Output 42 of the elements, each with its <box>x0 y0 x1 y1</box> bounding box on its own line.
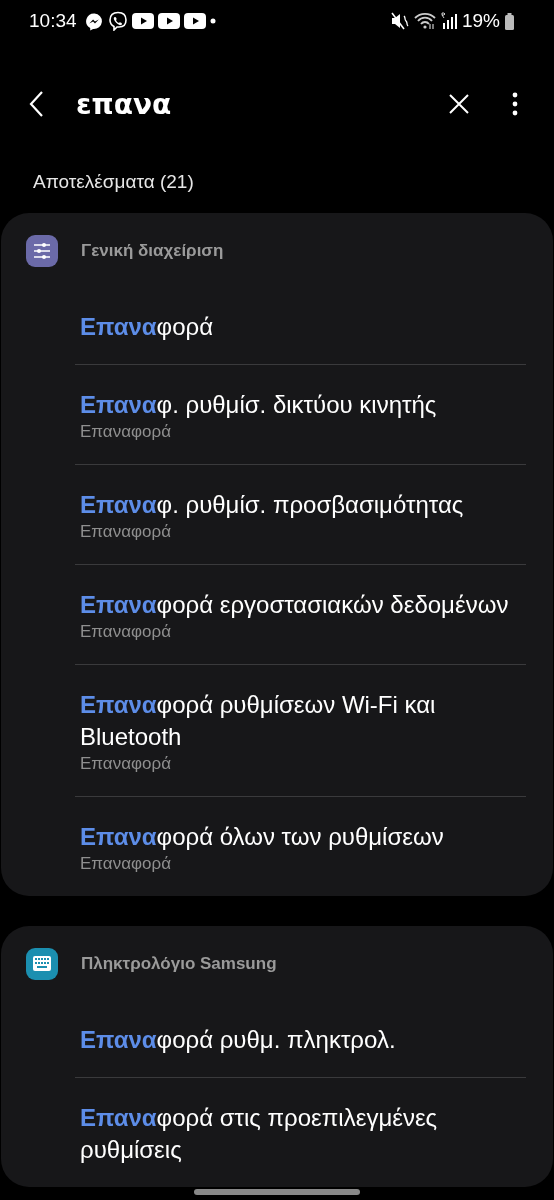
result-item[interactable]: Επαναφορά στις προεπιλεγμένες ρυθμίσεις <box>75 1077 526 1187</box>
play-icon <box>157 13 180 29</box>
sliders-icon <box>26 235 58 267</box>
play-icon <box>183 13 206 29</box>
back-icon[interactable] <box>28 90 44 118</box>
status-time: 10:34 <box>29 10 77 32</box>
result-item[interactable]: Επαναφορά εργοστασιακών δεδομένων Επαναφορά <box>75 564 526 664</box>
group-title: Πληκτρολόγιο Samsung <box>81 954 277 974</box>
result-subtitle: Επαναφορά <box>80 621 172 643</box>
results-count: Αποτελέσματα (21) <box>33 171 195 194</box>
result-title: Επαναφ. ρυθμίσ. δικτύου κινητής <box>80 390 438 420</box>
result-item[interactable]: Επαναφορά όλων των ρυθμίσεων Επαναφορά <box>75 796 526 896</box>
group-title: Γενική διαχείριση <box>81 241 224 261</box>
search-field[interactable]: επανα <box>76 85 448 123</box>
result-title: Επαναφορά εργοστασιακών δεδομένων <box>80 590 510 620</box>
wifi-icon <box>413 12 436 30</box>
result-title: Επαναφορά ρυθμίσεων Wi-Fi και Bluetooth <box>80 690 437 752</box>
result-title: Επαναφορά όλων των ρυθμίσεων <box>80 822 445 852</box>
play-icon <box>131 13 154 29</box>
close-icon[interactable] <box>448 93 470 115</box>
keyboard-icon <box>26 948 58 980</box>
dot-icon <box>209 18 216 24</box>
result-title: Επαναφορά <box>80 312 214 342</box>
result-title: Επαναφορά στις προεπιλεγμένες ρυθμίσεις <box>80 1103 439 1165</box>
battery-icon <box>505 12 514 30</box>
result-subtitle: Επαναφορά <box>80 521 172 543</box>
result-subtitle: Επαναφορά <box>80 853 172 875</box>
more-options-icon[interactable] <box>512 92 518 116</box>
result-item[interactable]: Επαναφ. ρυθμίσ. προσβασιμότητας Επαναφορά <box>75 464 526 564</box>
mute-icon <box>390 12 409 30</box>
battery-percent: 19% <box>461 10 500 32</box>
signal-icon <box>440 12 457 30</box>
phone-bubble-icon <box>107 11 128 31</box>
result-item[interactable]: Επαναφ. ρυθμίσ. δικτύου κινητής Επαναφορά <box>75 364 526 464</box>
result-item[interactable]: Επαναφορά ρυθμίσεων Wi-Fi και Bluetooth Επαναφορά <box>75 664 526 796</box>
result-title: Επαναφορά ρυθμ. πληκτρολ. <box>80 1025 397 1055</box>
result-title: Επαναφ. ρυθμίσ. προσβασιμότητας <box>80 490 465 520</box>
chat-bubble-icon <box>84 11 104 31</box>
result-subtitle: Επαναφορά <box>80 421 172 443</box>
result-subtitle: Επαναφορά <box>80 753 172 775</box>
result-item[interactable]: Επαναφορά <box>75 289 526 364</box>
result-item[interactable]: Επαναφορά ρυθμ. πληκτρολ. <box>75 1002 526 1077</box>
